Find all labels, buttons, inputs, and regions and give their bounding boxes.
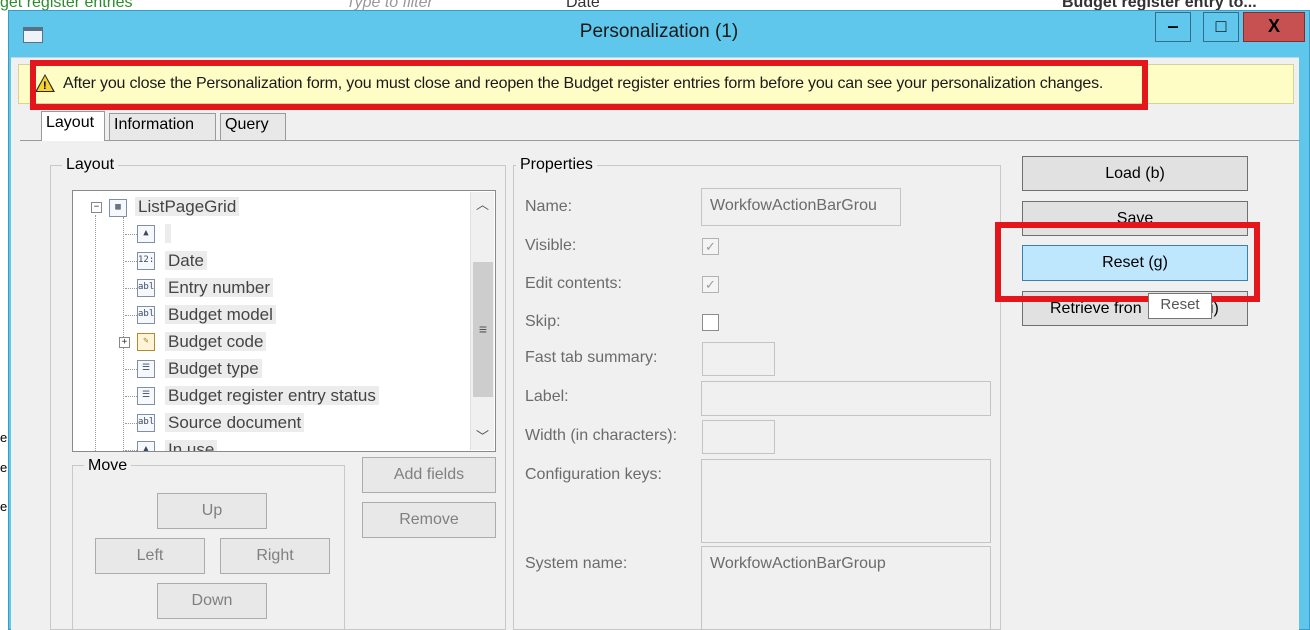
fast-tab-summary-label: Fast tab summary:: [525, 349, 658, 366]
tree-item-label: In use: [165, 440, 218, 451]
window-title: Personalization (1): [579, 21, 739, 42]
tree-item-label: ListPageGrid: [135, 197, 240, 216]
tree-connector: [95, 215, 96, 451]
group-field-icon: ✎: [137, 333, 155, 351]
tab-information-label: Information: [114, 116, 195, 133]
tree-item-label: Entry number: [165, 278, 274, 297]
configuration-keys-field[interactable]: [701, 459, 991, 543]
fast-tab-summary-field[interactable]: [702, 342, 775, 376]
tree-connector: [125, 423, 137, 424]
maximize-button[interactable]: □: [1203, 12, 1239, 42]
tree-scrollbar[interactable]: ︿ ≡ ﹀: [470, 192, 494, 450]
background-left-fragment: e: [0, 499, 8, 514]
visible-checkbox[interactable]: ✓: [702, 238, 719, 255]
background-left-fragment: e: [0, 430, 8, 445]
name-value: WorkfowActionBarGrou: [710, 197, 877, 214]
name-label: Name:: [525, 198, 573, 215]
layout-tree[interactable]: − ▦ ListPageGrid ▲ 12: Date abl Entry nu…: [72, 190, 496, 452]
tab-information[interactable]: Information: [109, 113, 216, 141]
tree-item-date[interactable]: Date: [165, 249, 207, 273]
collapse-icon[interactable]: −: [91, 202, 102, 213]
tree-item-label: Source document: [165, 413, 305, 432]
combobox-field-icon: ☰: [137, 360, 155, 378]
scroll-thumb[interactable]: ≡: [473, 262, 493, 397]
tree-connector: [125, 261, 137, 262]
scroll-down-icon[interactable]: ﹀: [471, 426, 494, 448]
tree-item-image[interactable]: [165, 222, 171, 246]
tree-item-label: Budget type: [165, 359, 262, 378]
properties-group-label: Properties: [516, 156, 597, 174]
label-field[interactable]: [701, 381, 991, 416]
move-up-button[interactable]: Up: [157, 493, 267, 529]
close-button[interactable]: X: [1243, 12, 1305, 42]
move-group-label: Move: [84, 457, 132, 475]
reset-tooltip: Reset: [1148, 293, 1212, 319]
skip-label: Skip:: [525, 313, 561, 330]
infobar-highlight: [30, 60, 1148, 110]
visible-label: Visible:: [525, 237, 577, 254]
edit-contents-checkbox[interactable]: ✓: [702, 276, 719, 293]
tree-connector: [125, 315, 137, 316]
label-label: Label:: [525, 388, 569, 405]
add-fields-button[interactable]: Add fields: [362, 457, 496, 493]
name-field[interactable]: WorkfowActionBarGrou: [701, 188, 901, 226]
configuration-keys-label: Configuration keys:: [525, 466, 662, 483]
edit-contents-label: Edit contents:: [525, 275, 622, 292]
layout-group-label: Layout: [62, 156, 119, 174]
combobox-field-icon: ☰: [137, 387, 155, 405]
string-field-icon: abl: [137, 279, 155, 297]
tree-connector: [125, 288, 137, 289]
grid-icon: ▦: [109, 199, 127, 217]
retrieve-button-label: Retrieve fron: [1050, 300, 1142, 317]
reset-highlight: [995, 222, 1260, 302]
tree-item-budget-model[interactable]: Budget model: [165, 303, 276, 327]
tree-item-label: Budget register entry status: [165, 386, 379, 405]
tree-item-source-document[interactable]: Source document: [165, 411, 305, 435]
expand-icon[interactable]: +: [119, 337, 130, 348]
minimize-icon: ‒: [1167, 16, 1178, 36]
tree-item-budget-type[interactable]: Budget type: [165, 357, 262, 381]
tree-connector: [125, 369, 137, 370]
tree-connector: [125, 396, 137, 397]
tree-item-label: Budget code: [165, 332, 267, 351]
string-field-icon: abl: [137, 306, 155, 324]
tree-item-budget-code[interactable]: Budget code: [165, 330, 267, 354]
remove-button[interactable]: Remove: [362, 502, 496, 538]
skip-checkbox[interactable]: [702, 314, 719, 331]
tab-layout[interactable]: Layout: [41, 111, 105, 141]
close-icon: X: [1267, 16, 1280, 36]
image-icon: ▲: [137, 225, 155, 243]
system-name-value: WorkfowActionBarGroup: [710, 555, 886, 572]
move-right-button[interactable]: Right: [220, 538, 330, 574]
background-left-edge: e e e: [0, 12, 8, 630]
minimize-button[interactable]: ‒: [1155, 12, 1191, 42]
tree-item-budget-register-entry-status[interactable]: Budget register entry status: [165, 384, 379, 408]
move-down-button[interactable]: Down: [157, 583, 267, 619]
string-field-icon: abl: [137, 414, 155, 432]
tree-connector: [123, 217, 124, 451]
tree-item-label: Budget model: [165, 305, 276, 324]
tree-item-in-use[interactable]: In use: [165, 438, 218, 451]
move-left-button[interactable]: Left: [95, 538, 205, 574]
tab-layout-label: Layout: [46, 114, 95, 131]
tab-query[interactable]: Query: [220, 113, 286, 141]
tree-item-listpagegrid[interactable]: ListPageGrid: [135, 195, 240, 219]
load-button[interactable]: Load (b): [1022, 156, 1248, 191]
width-label: Width (in characters):: [525, 427, 678, 444]
width-field[interactable]: [702, 420, 775, 454]
tree-connector: [125, 450, 137, 451]
background-left-fragment: e: [0, 460, 8, 475]
system-name-field[interactable]: WorkfowActionBarGroup: [701, 546, 991, 630]
maximize-icon: □: [1215, 16, 1227, 36]
tree-item-label: [165, 224, 171, 243]
date-field-icon: 12:: [137, 252, 155, 270]
image-icon: ▲: [137, 441, 155, 451]
scroll-up-icon[interactable]: ︿: [471, 194, 494, 216]
system-name-label: System name:: [525, 555, 628, 572]
tree-item-label: Date: [165, 251, 207, 270]
tree-connector: [125, 234, 137, 235]
tree-item-entry-number[interactable]: Entry number: [165, 276, 274, 300]
tab-query-label: Query: [225, 116, 269, 133]
